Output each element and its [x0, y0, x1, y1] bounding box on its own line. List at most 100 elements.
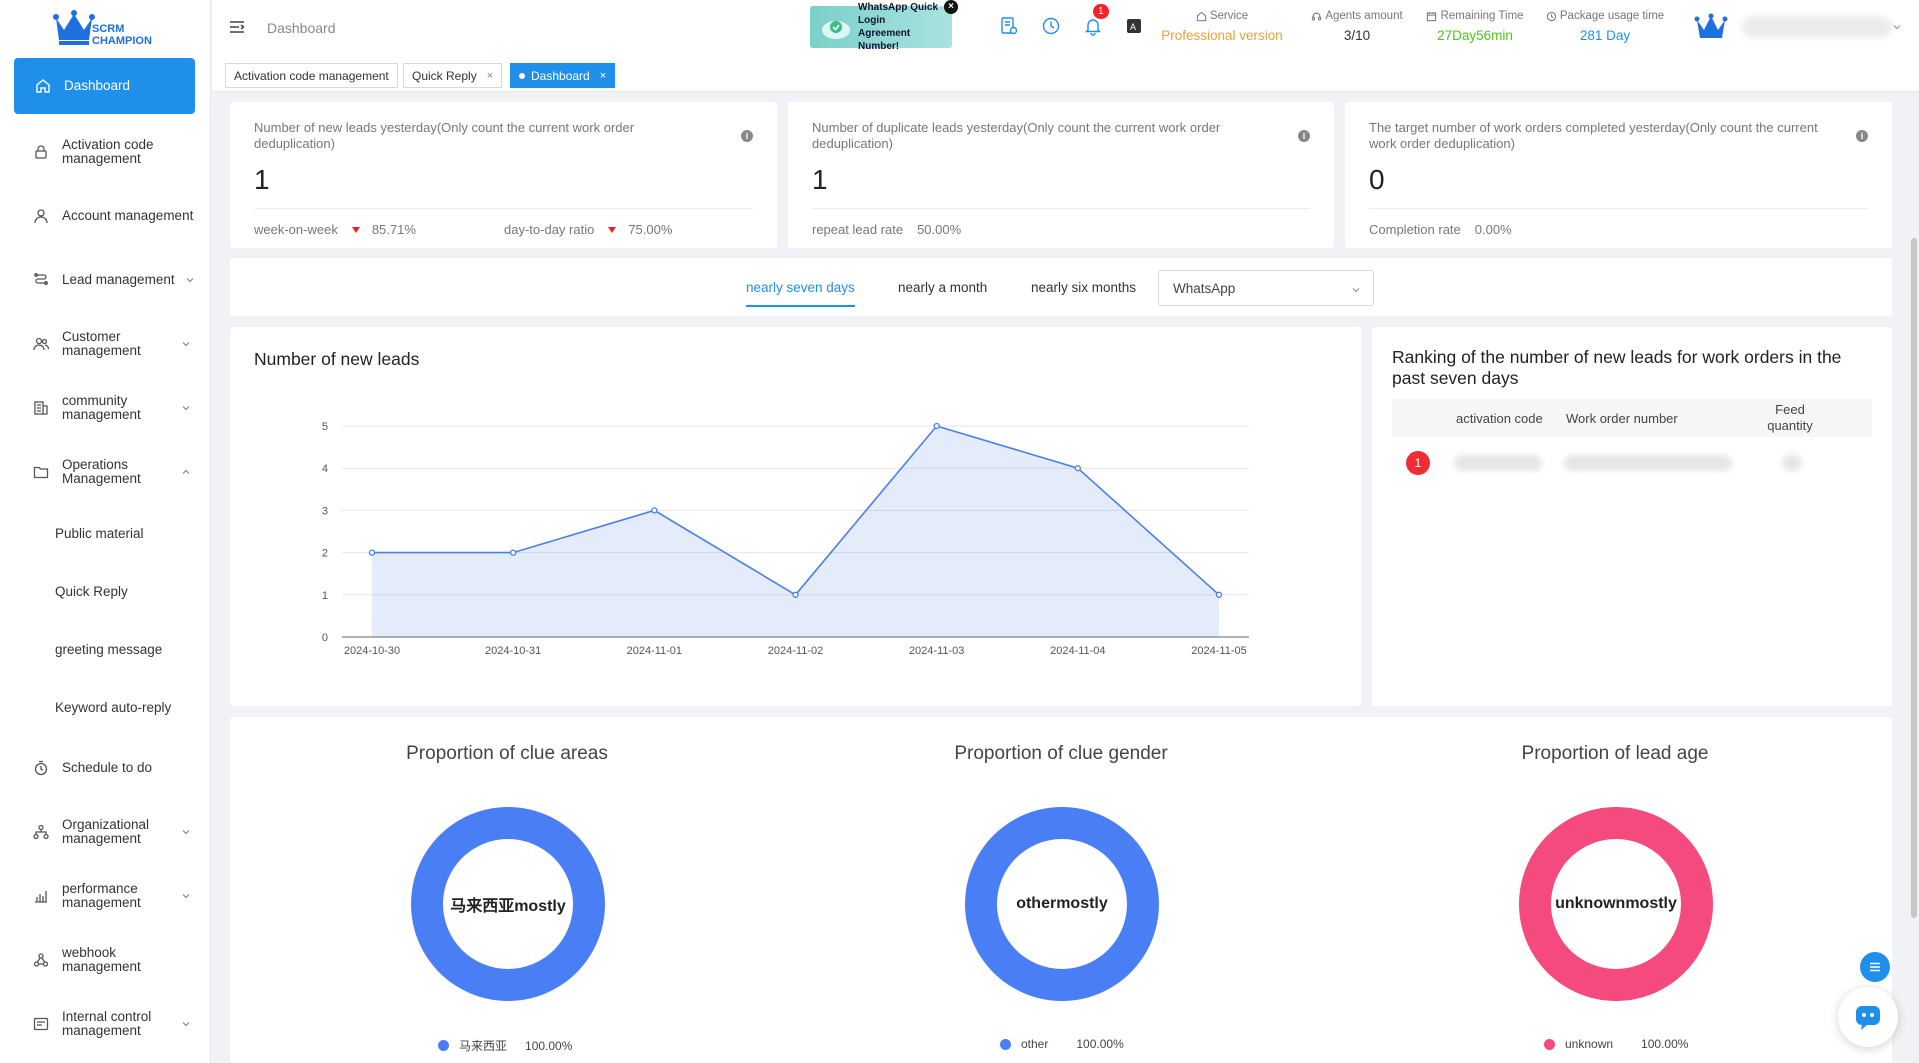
- areas-title: Proportion of clue areas: [357, 743, 657, 765]
- x-tick-label: 2024-10-31: [485, 645, 541, 657]
- chevron-up-icon: [181, 467, 191, 477]
- info-icon[interactable]: i: [1298, 130, 1310, 142]
- agents-stat: Agents amount 3/10: [1302, 10, 1412, 43]
- filter-bar: nearly seven days nearly a month nearly …: [230, 258, 1892, 316]
- ranking-title: Ranking of the number of new leads for w…: [1392, 347, 1872, 389]
- tab-dashboard[interactable]: Dashboard ×: [510, 63, 615, 88]
- sidebar-item-operations[interactable]: Operations Management: [0, 440, 211, 504]
- notification-button[interactable]: 1: [1083, 16, 1103, 36]
- sidebar-subitem-quick-reply[interactable]: Quick Reply: [0, 562, 211, 620]
- close-icon[interactable]: ×: [600, 70, 606, 82]
- gender-legend[interactable]: other 100.00%: [1000, 1037, 1124, 1051]
- sidebar-item-schedule[interactable]: Schedule to do: [0, 736, 211, 800]
- svg-text:A: A: [1130, 22, 1136, 32]
- y-tick-label: 2: [322, 548, 328, 560]
- age-donut[interactable]: unknownmostly: [1519, 807, 1713, 1001]
- chevron-down-icon[interactable]: [1892, 22, 1902, 32]
- divider: [1369, 208, 1868, 209]
- range-tab-month[interactable]: nearly a month: [898, 280, 987, 305]
- sidebar-item-community[interactable]: community management: [0, 376, 211, 440]
- translate-icon[interactable]: A: [1124, 16, 1144, 36]
- gender-donut-center: othermostly: [997, 839, 1127, 969]
- remaining-time-label: Remaining Time: [1440, 10, 1523, 22]
- chat-support-button[interactable]: [1838, 987, 1898, 1047]
- channel-select-value: WhatsApp: [1173, 281, 1235, 296]
- foot-label: Completion rate: [1369, 222, 1461, 237]
- close-icon[interactable]: ×: [487, 70, 493, 82]
- package-usage-label: Package usage time: [1560, 10, 1664, 22]
- foot-label: repeat lead rate: [812, 222, 903, 237]
- info-icon[interactable]: i: [1856, 130, 1868, 142]
- y-tick-label: 5: [322, 421, 328, 433]
- promo-close-button[interactable]: ×: [944, 0, 958, 14]
- sidebar-item-organizational[interactable]: Organizational management: [0, 800, 211, 864]
- history-icon[interactable]: [1041, 16, 1061, 36]
- brand-logo[interactable]: SCRM CHAMPION: [52, 8, 162, 48]
- info-icon[interactable]: i: [741, 130, 753, 142]
- service-label: Service: [1210, 10, 1248, 22]
- areas-donut[interactable]: 马来西亚mostly: [411, 807, 605, 1001]
- tab-activation-code-management[interactable]: Activation code management: [225, 63, 398, 88]
- legend-label: 马来西亚: [459, 1037, 507, 1054]
- range-tab-six-months[interactable]: nearly six months: [1031, 280, 1136, 305]
- sidebar-item-account[interactable]: Account management: [0, 184, 211, 248]
- brand-line2: CHAMPION: [92, 35, 152, 47]
- tab-label: Dashboard: [531, 69, 590, 83]
- legend-label: unknown: [1565, 1037, 1613, 1051]
- sidebar-subitem-keyword-auto-reply[interactable]: Keyword auto-reply: [0, 678, 211, 736]
- foot-label: week-on-week: [254, 222, 338, 237]
- sidebar-subitem-public-material[interactable]: Public material: [0, 504, 211, 562]
- sidebar-item-customer[interactable]: Customer management: [0, 312, 211, 376]
- x-tick-label: 2024-11-01: [627, 645, 682, 657]
- sidebar-item-internal-control[interactable]: Internal control management: [0, 992, 211, 1056]
- page-scrollbar[interactable]: [1911, 238, 1917, 918]
- folder-icon: [32, 463, 50, 481]
- quick-menu-button[interactable]: [1860, 952, 1890, 982]
- ranking-card: Ranking of the number of new leads for w…: [1372, 327, 1892, 706]
- sidebar-item-label: webhook management: [62, 946, 152, 974]
- sidebar-item-activation-code[interactable]: Activation code management: [0, 120, 211, 184]
- clock-icon: [32, 759, 50, 777]
- document-settings-icon[interactable]: [999, 16, 1019, 36]
- clock-icon: [1546, 11, 1557, 22]
- foot-value: 50.00%: [917, 222, 961, 237]
- legend-value: 100.00%: [1076, 1037, 1123, 1051]
- age-donut-center: unknownmostly: [1551, 839, 1681, 969]
- menu-toggle-icon[interactable]: [228, 18, 246, 36]
- chevron-down-icon: [185, 275, 195, 285]
- legend-dot: [438, 1040, 449, 1051]
- range-tab-seven-days[interactable]: nearly seven days: [746, 280, 855, 307]
- age-legend[interactable]: unknown 100.00%: [1544, 1037, 1688, 1051]
- tab-label: Activation code management: [234, 69, 389, 83]
- week-on-week: week-on-week 85.71%: [254, 222, 416, 237]
- kpi-label: Number of new leads yesterday(Only count…: [254, 120, 714, 152]
- org-icon: [32, 823, 50, 841]
- cloud-icon: [820, 14, 852, 40]
- table-row[interactable]: 1: [1392, 445, 1872, 485]
- tab-quick-reply[interactable]: Quick Reply ×: [403, 63, 502, 88]
- avatar[interactable]: [1694, 12, 1728, 44]
- column-feed-quantity: Feed quantity: [1760, 402, 1820, 434]
- username-redacted[interactable]: [1742, 16, 1892, 38]
- y-tick-label: 4: [322, 463, 328, 475]
- kpi-label: The target number of work orders complet…: [1369, 120, 1829, 152]
- sidebar-subitem-greeting-message[interactable]: greeting message: [0, 620, 211, 678]
- gender-donut[interactable]: othermostly: [965, 807, 1159, 1001]
- column-activation-code: activation code: [1456, 411, 1543, 426]
- sidebar-item-label: Organizational management: [62, 818, 162, 846]
- sidebar-item-label: Dashboard: [64, 79, 130, 93]
- new-leads-chart-card: Number of new leads 0123452024-10-302024…: [230, 327, 1361, 706]
- sidebar-item-dashboard[interactable]: Dashboard: [14, 58, 195, 114]
- whatsapp-promo-banner[interactable]: WhatsApp Quick Login Agreement Number! ×: [810, 6, 952, 48]
- sidebar-item-lead[interactable]: Lead management: [0, 248, 211, 312]
- service-value: Professional version: [1152, 28, 1292, 43]
- sidebar-item-webhook[interactable]: webhook management: [0, 928, 211, 992]
- package-usage-value: 281 Day: [1540, 28, 1670, 43]
- areas-legend[interactable]: 马来西亚 100.00%: [438, 1037, 572, 1054]
- sidebar-item-performance[interactable]: performance management: [0, 864, 211, 928]
- sidebar-item-label: Customer management: [62, 330, 152, 358]
- promo-line2: Agreement Number!: [858, 27, 952, 53]
- channel-select[interactable]: WhatsApp: [1158, 270, 1374, 306]
- bell-icon: [1083, 16, 1103, 36]
- y-tick-label: 3: [322, 505, 328, 517]
